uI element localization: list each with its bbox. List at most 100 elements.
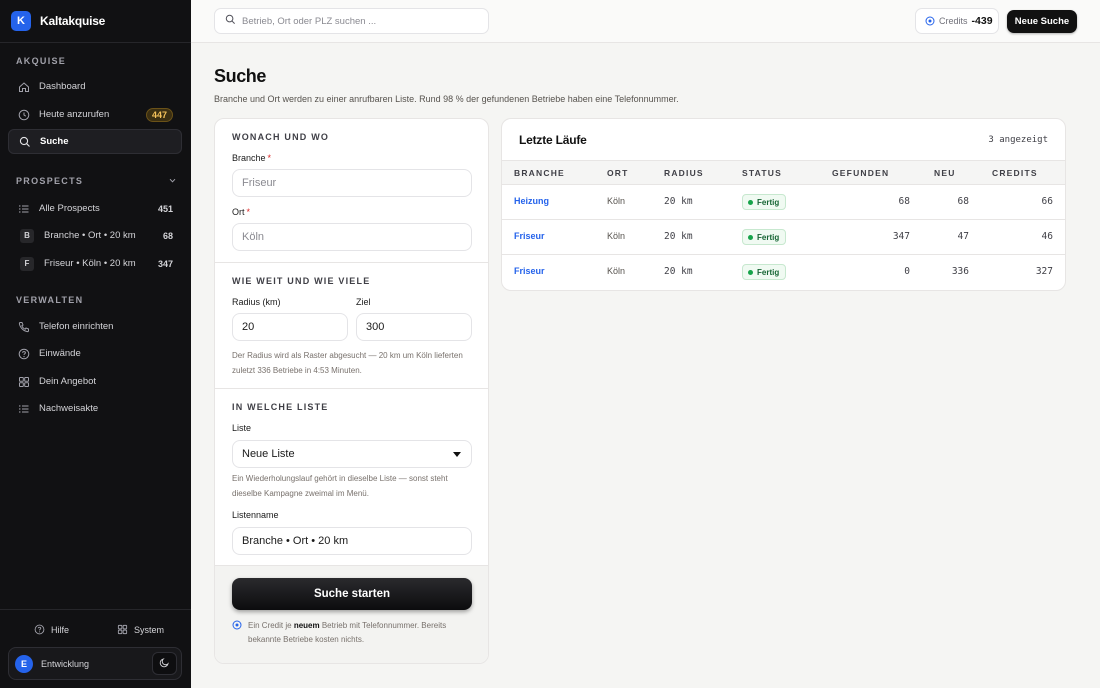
liste-select[interactable]: Neue Liste bbox=[232, 440, 472, 468]
help-label: Hilfe bbox=[51, 624, 70, 635]
list-letter-badge: F bbox=[20, 256, 34, 271]
avatar: E bbox=[15, 654, 33, 673]
section-title: WONACH UND WO bbox=[232, 132, 330, 142]
sidebar-item-einwaende[interactable]: Einwände bbox=[8, 341, 182, 366]
sidebar-item-label: Dashboard bbox=[39, 81, 86, 92]
sidebar-item-suche[interactable]: Suche bbox=[8, 129, 182, 154]
radius-hint: Der Radius wird als Raster abgesucht — 2… bbox=[232, 351, 463, 375]
col-status[interactable]: STATUS bbox=[742, 168, 782, 178]
table-row[interactable]: Friseur Köln 20 km Fertig 0 336 327 bbox=[502, 255, 1065, 290]
app-logo: K bbox=[11, 11, 31, 31]
cell-credits: 46 bbox=[1041, 231, 1053, 242]
section-title: WIE WEIT UND WIE VIELE bbox=[232, 276, 371, 286]
sidebar-item-label: Friseur • Köln • 20 km bbox=[44, 258, 136, 269]
sidebar-item-dashboard[interactable]: Dashboard bbox=[8, 74, 182, 99]
help-circle-icon bbox=[18, 348, 30, 360]
start-search-button[interactable]: Suche starten bbox=[232, 578, 472, 610]
listenname-input[interactable]: Branche • Ort • 20 km bbox=[232, 527, 472, 555]
section-radius-ziel: WIE WEIT UND WIE VIELE Radius (km) 20 Zi… bbox=[215, 263, 488, 389]
branche-label: Branche * bbox=[232, 153, 272, 163]
chevron-down-icon[interactable] bbox=[168, 176, 177, 188]
liste-select-value: Neue Liste bbox=[242, 448, 295, 460]
recent-runs-card: Letzte Läufe 3 angezeigt BRANCHE ORT RAD… bbox=[501, 118, 1066, 291]
listenname-label: Listenname bbox=[232, 510, 279, 520]
cell-radius: 20 km bbox=[664, 231, 693, 242]
help-link[interactable]: Hilfe bbox=[34, 624, 69, 635]
moon-icon bbox=[159, 657, 170, 671]
credit-note-text: Ein Credit je neuem Betrieb mit Telefonn… bbox=[248, 621, 447, 644]
sidebar-item-label: Dein Angebot bbox=[39, 376, 97, 387]
credit-note: Ein Credit je neuem Betrieb mit Telefonn… bbox=[232, 619, 472, 647]
item-count: 347 bbox=[157, 258, 173, 269]
credits-label: Credits bbox=[939, 16, 968, 26]
cell-neu: 47 bbox=[957, 231, 969, 242]
ziel-label: Ziel bbox=[356, 297, 371, 307]
system-link[interactable]: System bbox=[117, 624, 164, 635]
ziel-input[interactable]: 300 bbox=[356, 313, 472, 341]
sidebar-item-list-b[interactable]: B Branche • Ort • 20 km 68 bbox=[8, 223, 182, 248]
section-label-akquise: AKQUISE bbox=[16, 56, 67, 66]
cell-ort: Köln bbox=[607, 196, 626, 206]
cell-branche[interactable]: Friseur bbox=[514, 231, 545, 241]
credits-icon bbox=[925, 16, 935, 26]
radius-input[interactable]: 20 bbox=[232, 313, 348, 341]
cell-ort: Köln bbox=[607, 266, 626, 276]
branche-input[interactable]: Friseur bbox=[232, 169, 472, 197]
sidebar-item-label: Einwände bbox=[39, 348, 81, 359]
dropdown-arrow-icon bbox=[453, 452, 461, 457]
credits-display[interactable]: Credits -439 bbox=[915, 8, 999, 34]
ort-input[interactable]: Köln bbox=[232, 223, 472, 251]
global-search[interactable] bbox=[214, 8, 489, 34]
runs-count: 3 angezeigt bbox=[988, 135, 1048, 145]
sidebar-item-label: Nachweisakte bbox=[39, 403, 99, 414]
col-radius[interactable]: RADIUS bbox=[664, 168, 704, 178]
sidebar-item-telefon[interactable]: Telefon einrichten bbox=[8, 314, 182, 339]
cell-ort: Köln bbox=[607, 231, 626, 241]
phone-icon bbox=[18, 321, 30, 333]
status-badge: Fertig bbox=[742, 264, 787, 280]
new-search-button[interactable]: Neue Suche bbox=[1007, 10, 1077, 33]
sidebar-item-heute-anzurufen[interactable]: Heute anzurufen 447 bbox=[8, 102, 182, 127]
col-credits[interactable]: CREDITS bbox=[992, 168, 1038, 178]
section-wonach-wo: WONACH UND WO Branche * Friseur Ort * Köln bbox=[215, 119, 488, 263]
liste-label: Liste bbox=[232, 423, 252, 433]
search-input[interactable] bbox=[242, 15, 482, 27]
status-badge: Fertig bbox=[742, 194, 787, 210]
sidebar-item-list-f[interactable]: F Friseur • Köln • 20 km 347 bbox=[8, 251, 182, 276]
form-footer: Suche starten Ein Credit je neuem Betrie… bbox=[215, 566, 488, 663]
sidebar-item-angebot[interactable]: Dein Angebot bbox=[8, 369, 182, 394]
sidebar-item-alle-prospects[interactable]: Alle Prospects 451 bbox=[8, 196, 182, 221]
item-count: 451 bbox=[157, 203, 173, 214]
user-menu[interactable]: E Entwicklung bbox=[8, 647, 182, 680]
section-label-prospects: PROSPECTS bbox=[16, 176, 84, 186]
search-form-card: WONACH UND WO Branche * Friseur Ort * Köln… bbox=[214, 118, 489, 664]
sidebar-item-nachweisakte[interactable]: Nachweisakte bbox=[8, 396, 182, 421]
cell-gefunden: 0 bbox=[904, 266, 910, 277]
brand[interactable]: K Kaltakquise bbox=[0, 0, 191, 43]
section-liste: IN WELCHE LISTE Liste Neue Liste Ein Wie… bbox=[215, 389, 488, 566]
item-count: 68 bbox=[162, 230, 173, 241]
cell-branche[interactable]: Heizung bbox=[514, 196, 549, 206]
col-branche[interactable]: BRANCHE bbox=[514, 168, 565, 178]
search-icon bbox=[19, 136, 31, 148]
theme-toggle-button[interactable] bbox=[152, 652, 177, 675]
cell-radius: 20 km bbox=[664, 266, 693, 277]
sidebar-item-label: Suche bbox=[40, 136, 69, 147]
home-icon bbox=[18, 81, 30, 93]
col-neu[interactable]: NEU bbox=[934, 168, 956, 178]
col-ort[interactable]: ORT bbox=[607, 168, 629, 178]
user-name: Entwicklung bbox=[41, 658, 90, 669]
app-name: Kaltakquise bbox=[40, 14, 106, 28]
sidebar-footer: Hilfe System bbox=[0, 609, 191, 635]
liste-hint: Ein Wiederholungslauf gehört in dieselbe… bbox=[232, 474, 448, 498]
sidebar-item-label: Heute anzurufen bbox=[39, 109, 110, 120]
list-icon bbox=[18, 403, 30, 415]
cell-branche[interactable]: Friseur bbox=[514, 266, 545, 276]
cell-radius: 20 km bbox=[664, 196, 693, 207]
table-row[interactable]: Friseur Köln 20 km Fertig 347 47 46 bbox=[502, 220, 1065, 255]
page-title: Suche bbox=[214, 66, 267, 86]
col-gefunden[interactable]: GEFUNDEN bbox=[832, 168, 889, 178]
page-subtitle: Branche und Ort werden zu einer anrufbar… bbox=[214, 94, 679, 104]
grid-icon bbox=[18, 376, 30, 388]
table-row[interactable]: Heizung Köln 20 km Fertig 68 68 66 bbox=[502, 185, 1065, 220]
